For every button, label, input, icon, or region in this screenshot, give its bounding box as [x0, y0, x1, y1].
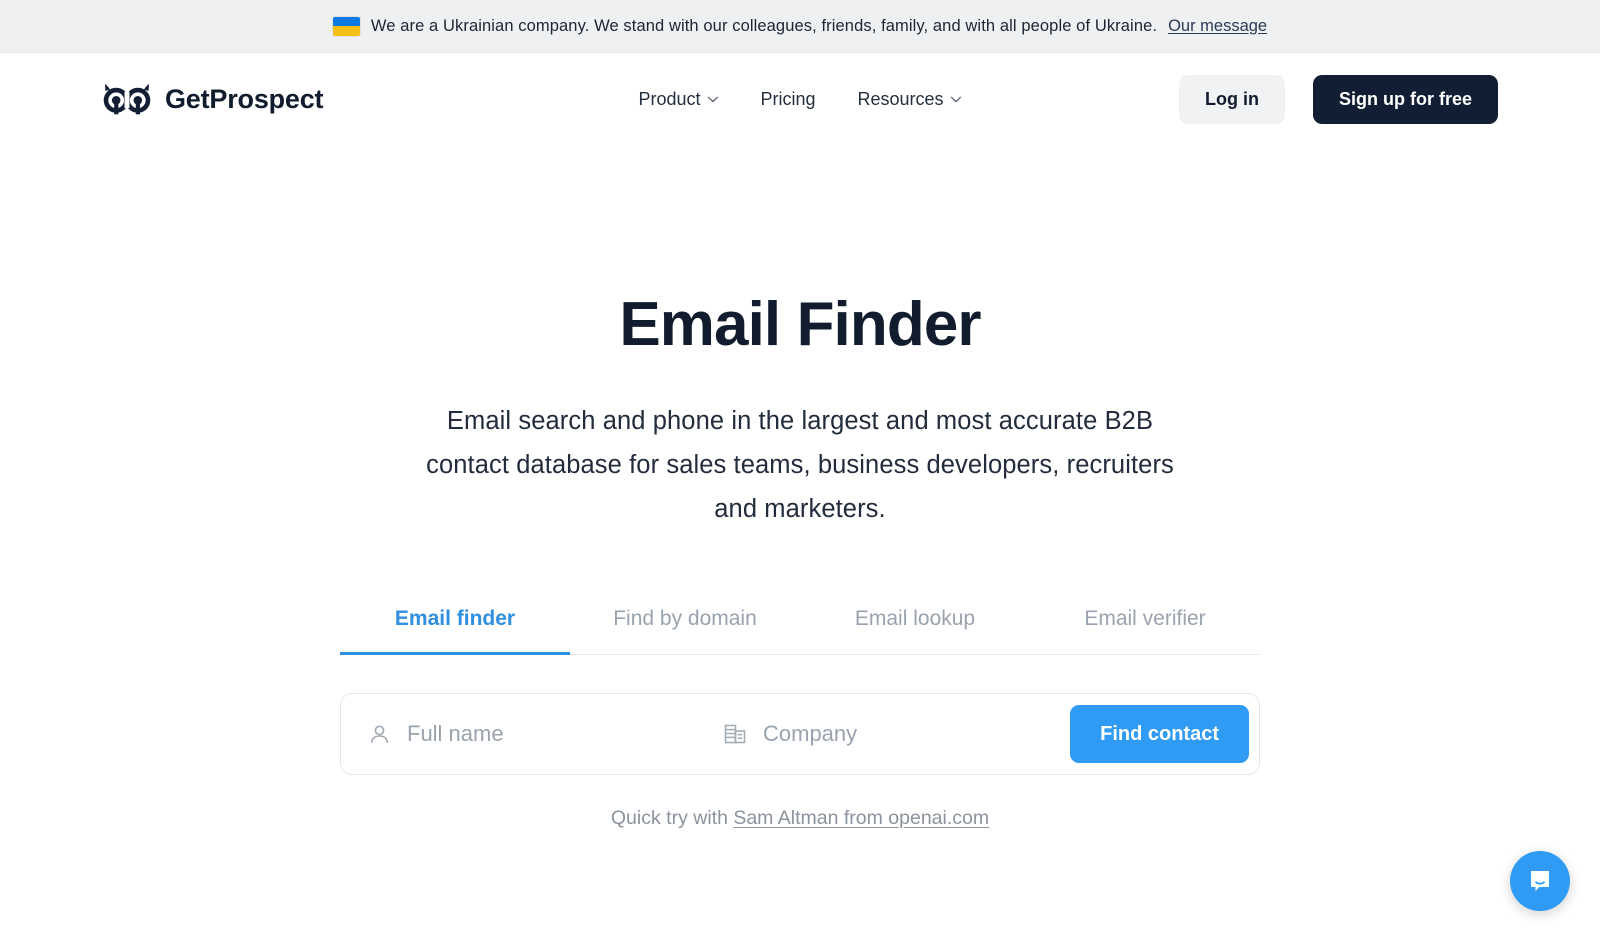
chevron-down-icon	[707, 96, 719, 103]
chevron-down-icon	[950, 96, 962, 103]
logo[interactable]: GetProspect	[102, 82, 324, 118]
search-box: Find contact	[340, 693, 1260, 776]
find-contact-button[interactable]: Find contact	[1070, 705, 1249, 764]
main-nav: Product Pricing Resources	[638, 89, 962, 110]
nav-item-product[interactable]: Product	[638, 89, 719, 110]
owl-logo-icon	[102, 82, 152, 118]
nav-item-pricing-label: Pricing	[760, 89, 816, 109]
login-button[interactable]: Log in	[1179, 75, 1285, 124]
ukraine-flag-icon	[332, 16, 360, 36]
logo-text: GetProspect	[165, 84, 324, 114]
quick-try: Quick try with Sam Altman from openai.co…	[340, 807, 1260, 830]
signup-button[interactable]: Sign up for free	[1312, 75, 1498, 124]
chat-bubble-icon	[1531, 871, 1549, 891]
person-icon	[371, 725, 388, 743]
auth-actions: Log in Sign up for free	[1179, 75, 1498, 124]
full-name-field	[368, 694, 723, 775]
banner-our-message-link[interactable]: Our message	[1168, 17, 1267, 36]
quick-try-prefix: Quick try with	[610, 807, 734, 830]
hero-subtitle: Email search and phone in the largest an…	[426, 407, 1174, 524]
nav-item-product-label: Product	[638, 89, 701, 109]
search-area: Email finder Find by domain Email lookup…	[340, 607, 1260, 830]
tab-email-verifier[interactable]: Email verifier	[1030, 607, 1260, 655]
building-icon	[724, 724, 746, 744]
company-input[interactable]	[763, 694, 1063, 775]
tab-find-by-domain[interactable]: Find by domain	[570, 607, 800, 655]
search-tabs: Email finder Find by domain Email lookup…	[340, 607, 1260, 656]
site-header: GetProspect Product Pricing Resources Lo…	[0, 53, 1600, 146]
banner-text: We are a Ukrainian company. We stand wit…	[370, 16, 1158, 35]
tab-email-lookup[interactable]: Email lookup	[800, 607, 1030, 655]
ukraine-banner: We are a Ukrainian company. We stand wit…	[0, 0, 1600, 53]
page-title: Email Finder	[619, 290, 981, 359]
hero-section: Email Finder Email search and phone in t…	[0, 146, 1600, 531]
chat-launcher-button[interactable]	[1510, 851, 1570, 911]
quick-try-link[interactable]: Sam Altman from openai.com	[733, 807, 989, 829]
company-field	[723, 694, 1063, 775]
nav-item-pricing[interactable]: Pricing	[760, 89, 815, 110]
nav-item-resources-label: Resources	[857, 89, 944, 109]
tab-email-finder[interactable]: Email finder	[340, 607, 570, 656]
nav-item-resources[interactable]: Resources	[858, 89, 962, 110]
full-name-input[interactable]	[407, 694, 723, 775]
